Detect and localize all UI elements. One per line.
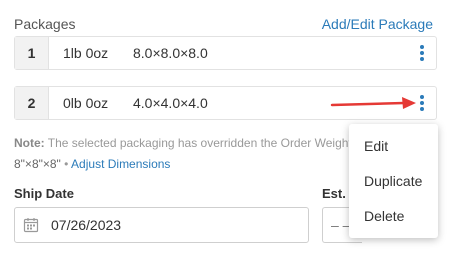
note-text: The selected packaging has overridden th… (44, 136, 356, 150)
ship-date-field[interactable] (14, 207, 309, 243)
adjust-dimensions-link[interactable]: Adjust Dimensions (71, 157, 170, 171)
row-actions-menu: Edit Duplicate Delete (349, 124, 438, 238)
package-weight: 0lb 0oz (63, 95, 109, 111)
packages-title: Packages (14, 16, 76, 32)
package-dimensions: 8.0×8.0×8.0 (133, 45, 208, 61)
dimensions-value: 8"×8"×8" (14, 157, 61, 171)
dimensions-line: 8"×8"×8" • Adjust Dimensions (14, 157, 170, 171)
package-number: 1 (15, 37, 49, 69)
red-arrow-annotation (330, 97, 416, 109)
bullet-separator: • (60, 157, 72, 171)
package-number: 2 (15, 87, 49, 119)
ship-date-input[interactable] (49, 216, 253, 234)
packaging-note: Note: The selected packaging has overrid… (14, 136, 355, 150)
ship-date-label: Ship Date (14, 186, 74, 201)
add-edit-package-link[interactable]: Add/Edit Package (322, 16, 433, 32)
calendar-icon (23, 218, 39, 233)
menu-item-edit[interactable]: Edit (349, 128, 438, 163)
menu-item-delete[interactable]: Delete (349, 198, 438, 233)
note-label: Note: (14, 136, 45, 150)
menu-item-duplicate[interactable]: Duplicate (349, 163, 438, 198)
package-dimensions: 4.0×4.0×4.0 (133, 95, 208, 111)
package-weight: 1lb 0oz (63, 45, 109, 61)
package-row: 1 1lb 0oz 8.0×8.0×8.0 (14, 36, 437, 70)
kebab-menu-icon[interactable] (414, 41, 430, 65)
